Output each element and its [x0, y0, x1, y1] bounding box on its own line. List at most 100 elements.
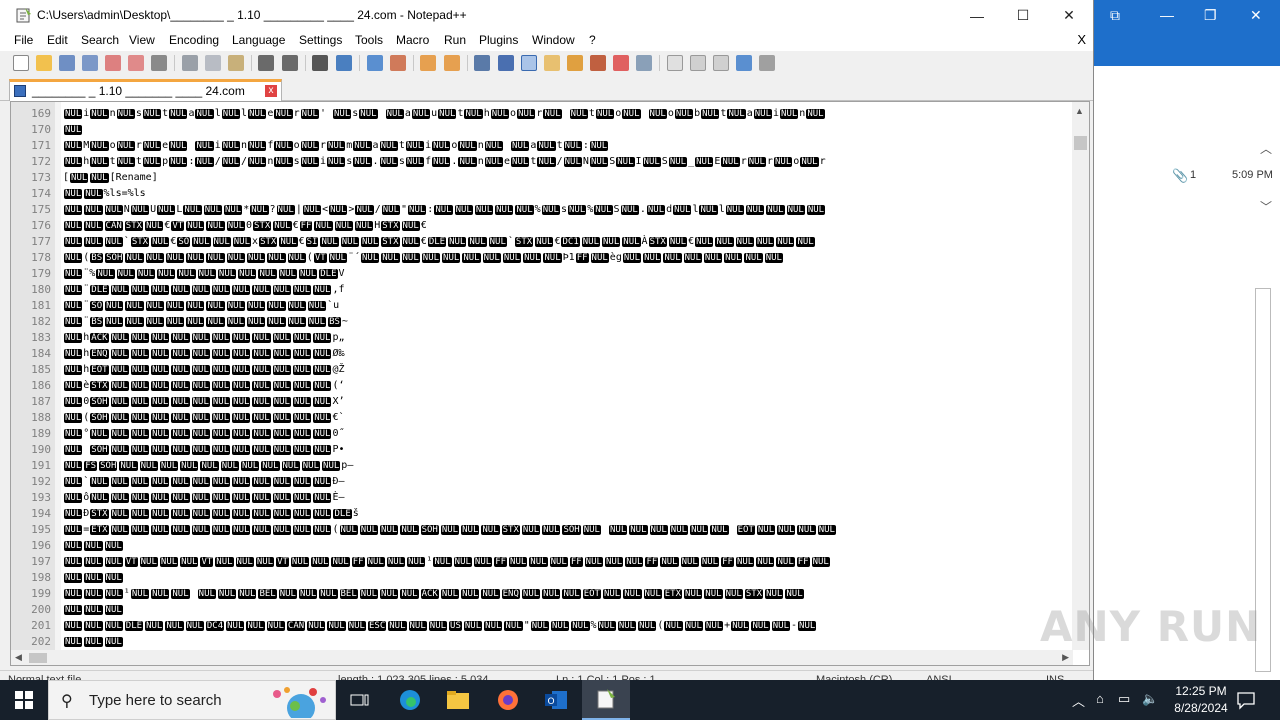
- menu-plugins[interactable]: Plugins: [479, 33, 518, 47]
- scroll-left-icon[interactable]: ◀: [15, 652, 22, 663]
- code-line[interactable]: NUL è STX NUL NUL NUL NUL NUL NUL NUL NUL NUL NUL NUL…: [63, 378, 1071, 394]
- code-line[interactable]: NUL NUL NUL: [63, 570, 1071, 586]
- close-button[interactable]: ✕: [1046, 0, 1092, 31]
- menu-search[interactable]: Search: [81, 33, 119, 47]
- code-line[interactable]: NUL ¨ DLE NUL NUL NUL NUL NUL NUL NUL NUL NUL NUL NUL…: [63, 282, 1071, 298]
- notepadpp-taskbar-icon[interactable]: [582, 680, 630, 720]
- volume-icon[interactable]: 🔈: [1142, 691, 1158, 707]
- restore-down-icon[interactable]: ⧉: [1110, 7, 1120, 24]
- save-macro-icon[interactable]: [759, 55, 775, 71]
- close-file-icon[interactable]: [105, 55, 121, 71]
- code-line[interactable]: NUL ¨ SO NUL NUL NUL NUL NUL NUL NUL NUL NUL NUL NUL `…: [63, 298, 1071, 314]
- sync-vertical-icon[interactable]: [420, 55, 436, 71]
- close-document-button[interactable]: X: [1077, 32, 1086, 47]
- firefox-icon[interactable]: [484, 680, 532, 720]
- record-macro-icon[interactable]: [667, 55, 683, 71]
- file-explorer-icon[interactable]: [434, 680, 482, 720]
- close-all-icon[interactable]: [128, 55, 144, 71]
- open-file-icon[interactable]: [36, 55, 52, 71]
- vertical-scrollbar[interactable]: ▲: [1072, 102, 1089, 650]
- play-macro-icon[interactable]: [713, 55, 729, 71]
- code-line[interactable]: NUL ¨% NUL NUL NUL NUL NUL NUL NUL NUL NUL NUL NUL DL…: [63, 266, 1071, 282]
- code-line[interactable]: NUL Ð STX NUL NUL NUL NUL NUL NUL NUL NUL NUL NUL NUL…: [63, 506, 1071, 522]
- horizontal-scrollbar[interactable]: ◀ ▶: [11, 650, 1073, 665]
- code-line[interactable]: NUL NUL NUL VT NUL NUL NUL VT NUL NUL NUL VT NUL NUL N…: [63, 554, 1071, 570]
- meet-now-icon[interactable]: ⌂: [1096, 691, 1104, 706]
- menu-help[interactable]: ?: [589, 33, 596, 47]
- maximize-button[interactable]: ☐: [1000, 0, 1046, 31]
- maximize-icon[interactable]: ❐: [1204, 7, 1217, 24]
- zoom-out-icon[interactable]: [390, 55, 406, 71]
- code-line[interactable]: NUL ô NUL NUL NUL NUL NUL NUL NUL NUL NUL NUL NUL NUL…: [63, 490, 1071, 506]
- eye-icon[interactable]: [636, 55, 652, 71]
- save-icon[interactable]: [59, 55, 75, 71]
- new-file-icon[interactable]: [13, 55, 29, 71]
- run-macro-multiple-icon[interactable]: [736, 55, 752, 71]
- menu-file[interactable]: File: [14, 33, 33, 47]
- stop-macro-icon[interactable]: [690, 55, 706, 71]
- chevron-up-icon[interactable]: ︿: [1260, 140, 1272, 157]
- find-icon[interactable]: [312, 55, 328, 71]
- code-line[interactable]: NUL(BS SOH NUL NUL NUL NUL NUL NUL NUL NUL NUL(VT N…: [63, 250, 1071, 266]
- code-line[interactable]: NUL h ENQ NUL NUL NUL NUL NUL NUL NUL NUL NUL NUL NUL…: [63, 346, 1071, 362]
- chevron-down-icon[interactable]: ﹀: [1260, 198, 1272, 215]
- code-line[interactable]: NUL NUL %ls=%ls: [63, 186, 1071, 202]
- scroll-thumb[interactable]: [1074, 136, 1087, 150]
- replace-icon[interactable]: [336, 55, 352, 71]
- sync-horizontal-icon[interactable]: [444, 55, 460, 71]
- scroll-thumb[interactable]: [29, 653, 47, 663]
- chevron-up-icon[interactable]: ︿: [1072, 691, 1085, 710]
- network-icon[interactable]: ▭: [1118, 691, 1130, 707]
- outlook-icon[interactable]: O: [532, 680, 580, 720]
- menu-window[interactable]: Window: [532, 33, 575, 47]
- doc-map-icon[interactable]: [544, 55, 560, 71]
- code-line[interactable]: NUL h EOT NUL NUL NUL NUL NUL NUL NUL NUL NUL NUL NUL…: [63, 362, 1071, 378]
- copy-icon[interactable]: [205, 55, 221, 71]
- code-line[interactable]: NUL NUL NUL DLE NUL NUL NUL DC4 NUL NUL NUL CAN NUL N…: [63, 618, 1071, 634]
- cut-icon[interactable]: [182, 55, 198, 71]
- code-line[interactable]: NUL NUL NUL: [63, 602, 1071, 618]
- code-line[interactable]: NUL ° NUL NUL NUL NUL NUL NUL NUL NUL NUL NUL NUL NUL…: [63, 426, 1071, 442]
- menu-language[interactable]: Language: [232, 33, 285, 47]
- menu-encoding[interactable]: Encoding: [169, 33, 219, 47]
- editor[interactable]: 169 170 171 172 173 174 175 176 177 178 179 180 181 1…: [10, 101, 1090, 666]
- close-icon[interactable]: ✕: [1250, 7, 1262, 24]
- start-button[interactable]: [0, 680, 48, 720]
- paste-icon[interactable]: [228, 55, 244, 71]
- redo-icon[interactable]: [282, 55, 298, 71]
- code-line[interactable]: NUL FS SOH NUL NUL NUL NUL NUL NUL NUL NUL NUL NUL NU…: [63, 458, 1071, 474]
- minimize-icon[interactable]: —: [1160, 7, 1174, 23]
- notification-icon[interactable]: [1236, 690, 1256, 710]
- code-line[interactable]: NUL: [63, 122, 1071, 138]
- save-all-icon[interactable]: [82, 55, 98, 71]
- show-all-chars-icon[interactable]: [498, 55, 514, 71]
- edge-icon[interactable]: [386, 680, 434, 720]
- menu-run[interactable]: Run: [444, 33, 466, 47]
- scroll-up-icon[interactable]: ▲: [1075, 106, 1084, 116]
- code-line[interactable]: NUL(SOH NUL NUL NUL NUL NUL NUL NUL NUL NUL NUL NUL…: [63, 410, 1071, 426]
- clock-date[interactable]: 8/28/2024: [1166, 701, 1236, 715]
- code-line[interactable]: NUL ¨ BS NUL NUL NUL NUL NUL NUL NUL NUL NUL NUL NUL B…: [63, 314, 1071, 330]
- code-line[interactable]: NUL NUL NUL: [63, 634, 1071, 650]
- code-line[interactable]: NUL NUL CAN STX NUL € VT NUL NUL NUL 0 STX NUL € FF NUL…: [63, 218, 1071, 234]
- code-line[interactable]: NUL i NUL n NUL s NUL t NUL a NUL l NUL l NUL e NUL r NUL '…: [63, 106, 1071, 122]
- scroll-right-icon[interactable]: ▶: [1062, 652, 1069, 663]
- code-line[interactable]: NUL = ETX NUL NUL NUL NUL NUL NUL NUL NUL NUL NUL NUL…: [63, 522, 1071, 538]
- taskbar-search[interactable]: ⚲ Type here to search: [48, 680, 336, 720]
- undo-icon[interactable]: [258, 55, 274, 71]
- folder-workspace-icon[interactable]: [590, 55, 606, 71]
- monitoring-icon[interactable]: [613, 55, 629, 71]
- menu-tools[interactable]: Tools: [355, 33, 383, 47]
- print-icon[interactable]: [151, 55, 167, 71]
- code-line[interactable]: NUL 0 SOH NUL NUL NUL NUL NUL NUL NUL NUL NUL NUL NUL…: [63, 394, 1071, 410]
- code-line[interactable]: NUL SOH NUL NUL NUL NUL NUL NUL NUL NUL NUL NUL NUL…: [63, 442, 1071, 458]
- indent-guide-icon[interactable]: [521, 55, 537, 71]
- menu-settings[interactable]: Settings: [299, 33, 342, 47]
- code-line[interactable]: NUL NUL NUL N NUL U NUL L NUL NUL NUL * NUL? NUL | NUL <…: [63, 202, 1071, 218]
- tab-document[interactable]: ________ _ 1.10 _______ ____ 24.com x: [9, 79, 282, 101]
- code-line[interactable]: NUL NUL NUL ` STX NUL € SO NUL NUL NUL x STX NUL € SI NU…: [63, 234, 1071, 250]
- code-line[interactable]: NUL h ACK NUL NUL NUL NUL NUL NUL NUL NUL NUL NUL NUL…: [63, 330, 1071, 346]
- minimize-button[interactable]: —: [954, 0, 1000, 31]
- menu-macro[interactable]: Macro: [396, 33, 429, 47]
- title-bar[interactable]: C:\Users\admin\Desktop\________ _ 1.10 _…: [0, 0, 1093, 31]
